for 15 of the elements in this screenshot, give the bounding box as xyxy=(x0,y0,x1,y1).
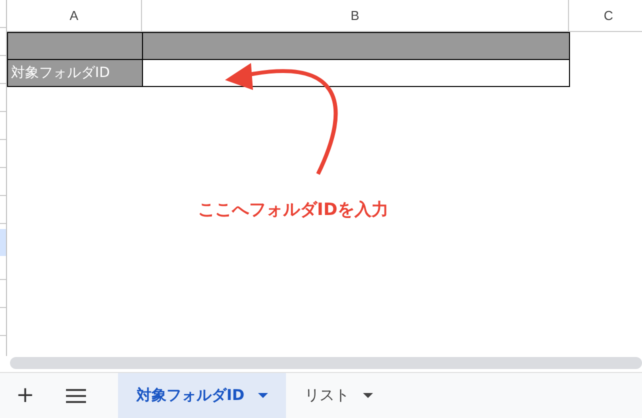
caret-icon xyxy=(363,393,374,398)
table-cell[interactable] xyxy=(142,59,570,87)
caret-icon xyxy=(258,393,268,398)
column-header[interactable]: C xyxy=(569,0,642,31)
sheet-tab[interactable]: 対象フォルダID xyxy=(118,373,286,418)
menu-icon xyxy=(66,388,86,403)
column-header[interactable]: A xyxy=(7,0,142,31)
annotation-text: ここへフォルダIDを入力 xyxy=(198,199,388,222)
add-sheet-button[interactable]: + xyxy=(0,373,50,418)
column-header[interactable]: B xyxy=(142,0,569,31)
table-cell[interactable] xyxy=(142,32,570,60)
sheet-tab[interactable]: リスト xyxy=(286,373,392,418)
table-cell[interactable] xyxy=(7,32,143,60)
selected-row-header xyxy=(0,229,6,256)
horizontal-scrollbar[interactable] xyxy=(10,357,642,369)
